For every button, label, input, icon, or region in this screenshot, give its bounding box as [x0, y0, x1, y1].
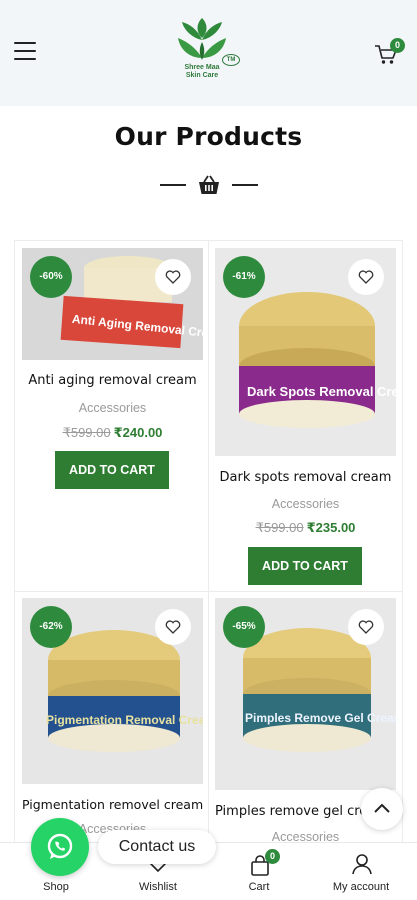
product-price: ₹599.00 ₹235.00 [215, 520, 396, 536]
title-divider [160, 173, 258, 197]
nav-wishlist-label: Wishlist [139, 881, 177, 893]
user-icon [352, 854, 372, 875]
product-title[interactable]: Anti aging removal cream [22, 373, 203, 388]
sale-price: ₹240.00 [113, 425, 163, 440]
sale-price: ₹235.00 [306, 520, 356, 535]
product-image[interactable]: Dark Spots Removal Cream -61% [215, 248, 396, 456]
section-title: Our Products [114, 122, 303, 151]
heart-icon [358, 620, 374, 634]
site-header: Shree Maa Skin Care TM 0 [0, 0, 417, 106]
product-price: ₹599.00 ₹240.00 [22, 425, 203, 441]
nav-shop-label: Shop [43, 881, 69, 893]
product-image[interactable]: Pimples Remove Gel Cream -65% [215, 598, 396, 790]
wishlist-button[interactable] [155, 609, 191, 645]
whatsapp-button[interactable] [31, 818, 89, 876]
nav-cart-label: Cart [248, 881, 270, 893]
hamburger-menu-icon[interactable] [14, 42, 36, 60]
add-to-cart-button[interactable]: ADD TO CART [248, 547, 362, 585]
jar-label-text: Dark Spots Removal Cream [247, 384, 396, 399]
grid-divider-horizontal [14, 591, 403, 592]
wishlist-button[interactable] [348, 259, 384, 295]
logo-text: Shree Maa Skin Care [184, 64, 220, 79]
brand-logo[interactable]: Shree Maa Skin Care TM [172, 14, 248, 92]
jar-label-text: Pigmentation Removal Cream [46, 713, 203, 727]
nav-cart[interactable]: 0 Cart [209, 843, 309, 900]
discount-badge: -65% [223, 606, 265, 648]
product-category[interactable]: Accessories [215, 497, 396, 511]
heart-icon [165, 620, 181, 634]
header-cart-button[interactable]: 0 [374, 38, 405, 64]
nav-cart-count-badge: 0 [265, 849, 280, 864]
heart-icon [358, 270, 374, 284]
wishlist-button[interactable] [155, 259, 191, 295]
chevron-up-icon [374, 803, 390, 813]
basket-icon [199, 175, 219, 194]
wishlist-button[interactable] [348, 609, 384, 645]
grid-divider-vertical [208, 240, 209, 860]
old-price: ₹599.00 [62, 425, 111, 440]
trademark-mark: TM [222, 54, 240, 66]
product-image[interactable]: Anti Aging Removal Cream -60% [22, 248, 203, 360]
discount-badge: -61% [223, 256, 265, 298]
nav-my-account-label: My account [332, 881, 390, 893]
discount-badge: -62% [30, 606, 72, 648]
discount-badge: -60% [30, 256, 72, 298]
whatsapp-icon [47, 833, 73, 859]
old-price: ₹599.00 [255, 520, 304, 535]
product-title[interactable]: Pigmentation removel cream [22, 797, 203, 812]
add-to-cart-button[interactable]: ADD TO CART [55, 451, 169, 489]
product-category[interactable]: Accessories [22, 401, 203, 415]
product-title[interactable]: Pimples remove gel cream [215, 804, 365, 819]
contact-us-button[interactable]: Contact us [98, 830, 216, 864]
scroll-to-top-button[interactable] [361, 788, 403, 830]
jar-label-text: Pimples Remove Gel Cream [245, 711, 396, 725]
nav-my-account[interactable]: My account [311, 843, 411, 900]
header-cart-count-badge: 0 [390, 38, 405, 53]
product-title[interactable]: Dark spots removal cream [215, 470, 396, 485]
heart-icon [165, 270, 181, 284]
product-image[interactable]: Pigmentation Removal Cream -62% [22, 598, 203, 784]
